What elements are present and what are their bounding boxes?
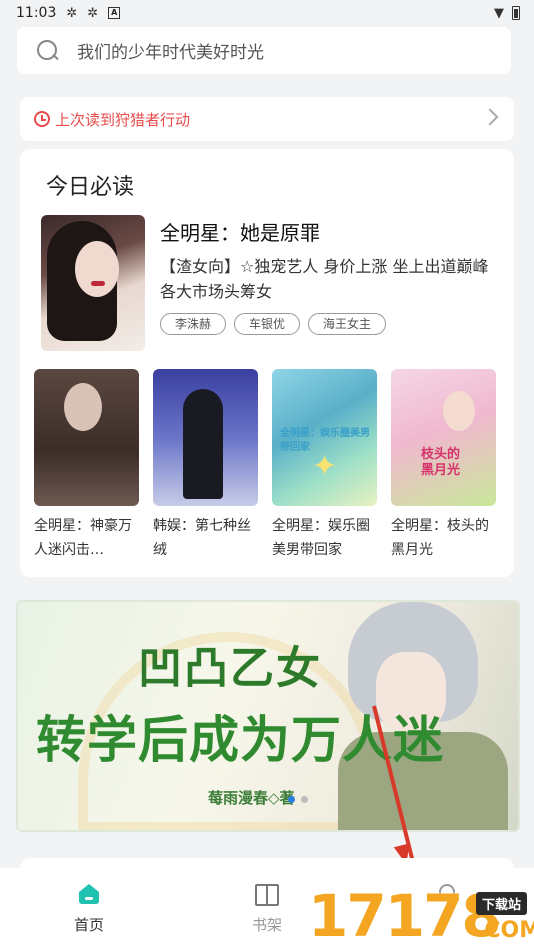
cover-lips bbox=[91, 281, 105, 286]
nav-home-label: 首页 bbox=[73, 916, 104, 934]
banner-title-line-1: 凹凸乙女 bbox=[138, 643, 322, 694]
book-item[interactable]: 全明星：娱乐圈美男带回家 全明星：娱乐圈美男带回家 bbox=[272, 369, 377, 562]
book-cover[interactable]: 全明星：娱乐圈美男带回家 bbox=[272, 369, 377, 506]
featured-book-title[interactable]: 全明星：她是原罪 bbox=[160, 217, 320, 246]
banner-pagination bbox=[288, 796, 308, 803]
nav-home[interactable]: 首页 bbox=[0, 884, 178, 950]
app-notification-icon: ✲ bbox=[66, 5, 78, 21]
book-cover[interactable]: 枝头的黑月光 bbox=[391, 369, 496, 506]
clock-icon bbox=[34, 111, 50, 127]
cover-text: 全明星：娱乐圈美男带回家 bbox=[280, 428, 370, 453]
search-input[interactable]: 我们的少年时代美好时光 bbox=[77, 38, 264, 63]
status-time: 11:03 bbox=[16, 5, 57, 21]
featured-book-description: 【渣女向】☆独宠艺人 身价上涨 坐上出道巅峰各大市场头筹女 bbox=[160, 257, 489, 301]
bottom-nav: 首页 书架 bbox=[0, 868, 534, 950]
wifi-icon: ▼ bbox=[494, 5, 504, 21]
section-title: 今日必读 bbox=[46, 175, 135, 200]
cover-text: 枝头的黑月光 bbox=[421, 447, 461, 478]
book-icon bbox=[255, 884, 279, 906]
last-read-title[interactable]: 狩猎者行动 bbox=[115, 109, 190, 130]
book-title[interactable]: 全明星：神豪万人迷闪击… bbox=[34, 514, 139, 562]
search-bar[interactable]: 我们的少年时代美好时光 bbox=[17, 27, 511, 74]
tag[interactable]: 车银优 bbox=[234, 313, 301, 335]
notification-box-icon: A bbox=[108, 7, 121, 19]
status-left: 11:03 ✲ ✲ A bbox=[16, 5, 121, 21]
last-read-prefix: 上次读到 bbox=[55, 110, 116, 129]
pagination-dot[interactable] bbox=[301, 796, 308, 803]
today-must-read-card: 今日必读 全明星：她是原罪 【渣女向】☆独宠艺人 身价上涨 坐上出道巅峰各大市场… bbox=[20, 149, 514, 577]
pagination-dot-active[interactable] bbox=[288, 796, 295, 803]
chevron-right-icon bbox=[481, 108, 499, 126]
nav-profile[interactable] bbox=[356, 884, 534, 950]
book-item[interactable]: 全明星：神豪万人迷闪击… bbox=[34, 369, 139, 562]
cover-face bbox=[75, 241, 119, 297]
profile-icon bbox=[433, 884, 457, 906]
book-title[interactable]: 全明星：娱乐圈美男带回家 bbox=[272, 514, 377, 562]
book-cover[interactable] bbox=[153, 369, 258, 506]
tag[interactable]: 海王女主 bbox=[308, 313, 387, 335]
search-icon bbox=[37, 39, 59, 62]
status-bar: 11:03 ✲ ✲ A ▼ bbox=[0, 0, 534, 26]
tag[interactable]: 李洙赫 bbox=[160, 313, 227, 335]
book-item[interactable]: 韩娱：第七种丝绒 bbox=[153, 369, 258, 562]
banner-author: 莓雨漫春◇著 bbox=[208, 789, 295, 807]
status-right: ▼ bbox=[494, 6, 520, 21]
battery-icon bbox=[512, 6, 520, 20]
book-cover[interactable] bbox=[34, 369, 139, 506]
last-read-bar[interactable]: 上次读到 狩猎者行动 bbox=[20, 97, 514, 141]
book-title[interactable]: 韩娱：第七种丝绒 bbox=[153, 514, 258, 562]
promo-banner[interactable]: 凹凸乙女 转学后成为万人迷 莓雨漫春◇著 bbox=[16, 600, 520, 832]
nav-bookshelf[interactable]: 书架 bbox=[178, 884, 356, 950]
book-title[interactable]: 全明星：枝头的黑月光 bbox=[391, 514, 496, 562]
app-notification-icon-2: ✲ bbox=[87, 5, 99, 21]
featured-book-tags: 李洙赫 车银优 海王女主 bbox=[160, 313, 387, 335]
book-item[interactable]: 枝头的黑月光 全明星：枝头的黑月光 bbox=[391, 369, 496, 562]
featured-book-cover[interactable] bbox=[41, 215, 145, 351]
home-icon bbox=[77, 884, 101, 906]
book-grid: 全明星：神豪万人迷闪击… 韩娱：第七种丝绒 全明星：娱乐圈美男带回家 全明星：娱… bbox=[34, 369, 496, 562]
nav-bookshelf-label: 书架 bbox=[251, 916, 282, 934]
